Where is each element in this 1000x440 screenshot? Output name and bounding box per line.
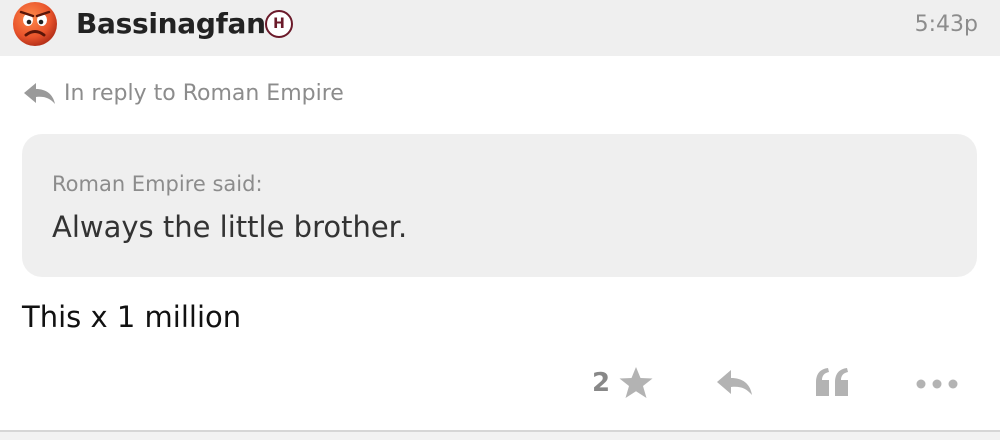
team-badge: H bbox=[265, 10, 293, 38]
reply-context-link[interactable]: In reply to Roman Empire bbox=[22, 76, 344, 110]
avatar[interactable] bbox=[12, 1, 58, 47]
reply-context-text: In reply to Roman Empire bbox=[64, 80, 344, 106]
quote-text: Always the little brother. bbox=[52, 210, 408, 244]
reply-arrow-icon bbox=[24, 83, 55, 104]
like-button[interactable] bbox=[618, 366, 654, 400]
username[interactable]: Bassinagfan bbox=[76, 7, 266, 40]
post-timestamp: 5:43p bbox=[914, 12, 978, 37]
post-body: This x 1 million bbox=[22, 300, 242, 334]
quote-button[interactable] bbox=[815, 367, 851, 397]
more-options-button[interactable] bbox=[915, 378, 959, 390]
post-header: Bassinagfan H 5:43p bbox=[0, 0, 1000, 56]
quote-author: Roman Empire said: bbox=[52, 172, 263, 196]
reply-icon bbox=[717, 370, 752, 395]
post-divider bbox=[0, 430, 1000, 440]
angry-face-icon bbox=[13, 2, 57, 46]
quote-icon bbox=[816, 368, 848, 396]
like-count: 2 bbox=[592, 368, 611, 398]
more-icon bbox=[916, 379, 958, 389]
post-actions: 2 bbox=[0, 362, 1000, 408]
quote-block: Roman Empire said: Always the little bro… bbox=[22, 134, 977, 277]
star-icon bbox=[619, 367, 653, 398]
reply-button[interactable] bbox=[715, 368, 753, 396]
